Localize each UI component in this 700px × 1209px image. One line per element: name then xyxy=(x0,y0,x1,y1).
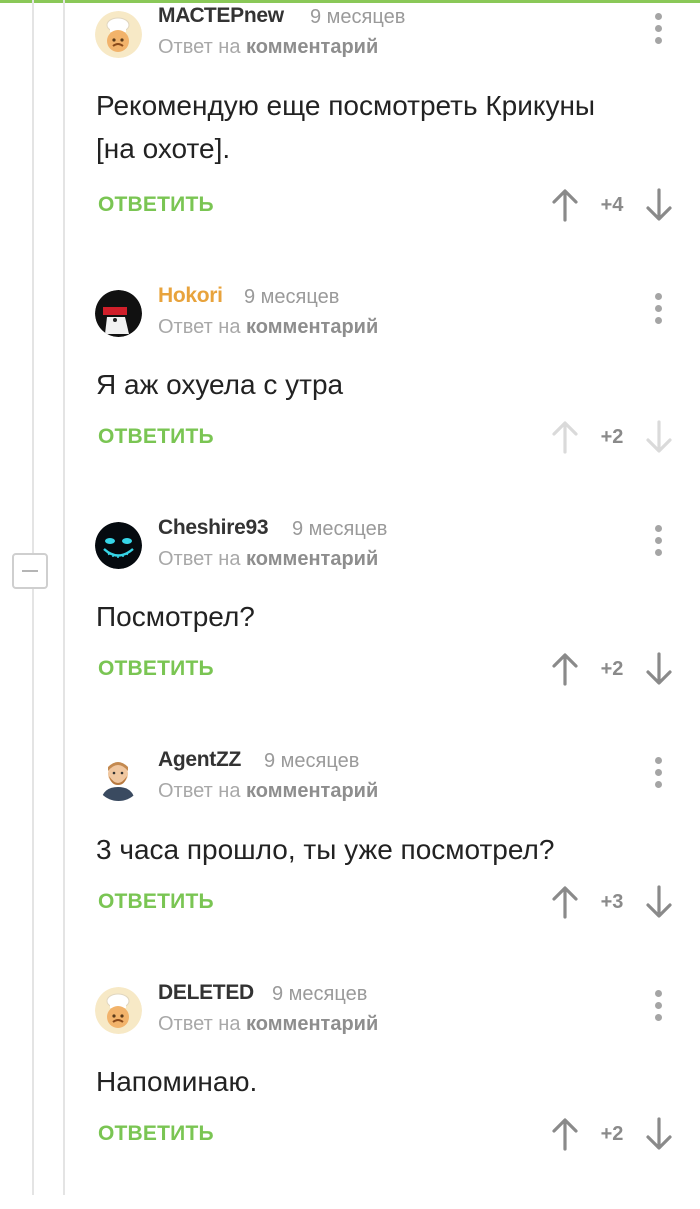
comment-text: Посмотрел? xyxy=(96,595,686,638)
more-options-icon[interactable] xyxy=(648,989,670,1023)
comment-time: 9 месяцев xyxy=(292,518,388,540)
comment-text-line: 3 часа прошло, ты уже посмотрел? xyxy=(96,834,555,865)
downvote-arrow-icon[interactable] xyxy=(646,420,672,454)
comment-text: 3 часа прошло, ты уже посмотрел? xyxy=(96,828,686,871)
downvote-arrow-icon[interactable] xyxy=(646,652,672,686)
more-options-icon[interactable] xyxy=(648,12,670,46)
downvote-arrow-icon[interactable] xyxy=(646,1117,672,1151)
more-options-icon[interactable] xyxy=(648,292,670,326)
comment-author[interactable]: AgentZZ xyxy=(158,748,241,772)
reply-target-link[interactable]: комментарий xyxy=(246,780,378,802)
comment: Cheshire93 9 месяцев Ответ на комментари… xyxy=(0,512,700,744)
reply-prefix: Ответ на xyxy=(158,780,241,802)
vote-score: +2 xyxy=(600,426,624,448)
comment: Hokori 9 месяцев Ответ на комментарий Я … xyxy=(0,280,700,512)
downvote-arrow-icon[interactable] xyxy=(646,885,672,919)
reply-button[interactable]: ОТВЕТИТЬ xyxy=(98,1122,214,1146)
reply-to-label: Ответ на комментарий xyxy=(158,36,378,59)
reply-target-link[interactable]: комментарий xyxy=(246,36,378,58)
reply-prefix: Ответ на xyxy=(158,548,241,570)
comment-text-line: Посмотрел? xyxy=(96,601,255,632)
reply-target-link[interactable]: комментарий xyxy=(246,316,378,338)
comment: МАСТЕРnew 9 месяцев Ответ на комментарий… xyxy=(0,0,700,232)
anime-avatar-icon[interactable] xyxy=(95,290,142,337)
cheshire-cat-avatar-icon[interactable] xyxy=(95,522,142,569)
chef-avatar-icon[interactable] xyxy=(95,11,142,58)
comment-author[interactable]: МАСТЕРnew xyxy=(158,4,284,28)
comment-text-line: Напоминаю. xyxy=(96,1066,258,1097)
reply-to-label: Ответ на комментарий xyxy=(158,548,378,571)
chef-avatar-icon[interactable] xyxy=(95,987,142,1034)
comment: AgentZZ 9 месяцев Ответ на комментарий 3… xyxy=(0,744,700,976)
comment-author[interactable]: Cheshire93 xyxy=(158,516,269,540)
vote-score: +2 xyxy=(600,1123,624,1145)
reply-to-label: Ответ на комментарий xyxy=(158,1013,378,1036)
comment-time: 9 месяцев xyxy=(264,750,360,772)
comment-text: Я аж охуела с утра xyxy=(96,363,686,406)
comment: DELETED 9 месяцев Ответ на комментарий Н… xyxy=(0,977,700,1209)
reply-prefix: Ответ на xyxy=(158,316,241,338)
comment-text: Рекомендую еще посмотреть Крикуны [на ох… xyxy=(96,84,686,170)
reply-button[interactable]: ОТВЕТИТЬ xyxy=(98,193,214,217)
comment-author[interactable]: DELETED xyxy=(158,981,254,1005)
upvote-arrow-icon[interactable] xyxy=(552,652,578,686)
upvote-arrow-icon[interactable] xyxy=(552,1117,578,1151)
reply-button[interactable]: ОТВЕТИТЬ xyxy=(98,890,214,914)
vote-score: +3 xyxy=(600,891,624,913)
comment-time: 9 месяцев xyxy=(310,6,406,28)
reply-target-link[interactable]: комментарий xyxy=(246,548,378,570)
reply-to-label: Ответ на комментарий xyxy=(158,316,378,339)
more-options-icon[interactable] xyxy=(648,524,670,558)
reply-target-link[interactable]: комментарий xyxy=(246,1013,378,1035)
comment-time: 9 месяцев xyxy=(272,983,368,1005)
more-options-icon[interactable] xyxy=(648,756,670,790)
bearded-man-avatar-icon[interactable] xyxy=(95,754,142,801)
upvote-arrow-icon[interactable] xyxy=(552,188,578,222)
comment-text-line: Я аж охуела с утра xyxy=(96,369,344,400)
comment-author[interactable]: Hokori xyxy=(158,284,223,308)
vote-score: +4 xyxy=(600,194,624,216)
reply-to-label: Ответ на комментарий xyxy=(158,780,378,803)
downvote-arrow-icon[interactable] xyxy=(646,188,672,222)
upvote-arrow-icon[interactable] xyxy=(552,420,578,454)
comment-text-line: Рекомендую еще посмотреть Крикуны xyxy=(96,90,596,121)
comment-text: Напоминаю. xyxy=(96,1060,686,1103)
vote-score: +2 xyxy=(600,658,624,680)
comment-time: 9 месяцев xyxy=(244,286,340,308)
comment-text-line: [на охоте]. xyxy=(96,133,231,164)
reply-button[interactable]: ОТВЕТИТЬ xyxy=(98,657,214,681)
reply-prefix: Ответ на xyxy=(158,36,241,58)
reply-prefix: Ответ на xyxy=(158,1013,241,1035)
upvote-arrow-icon[interactable] xyxy=(552,885,578,919)
reply-button[interactable]: ОТВЕТИТЬ xyxy=(98,425,214,449)
